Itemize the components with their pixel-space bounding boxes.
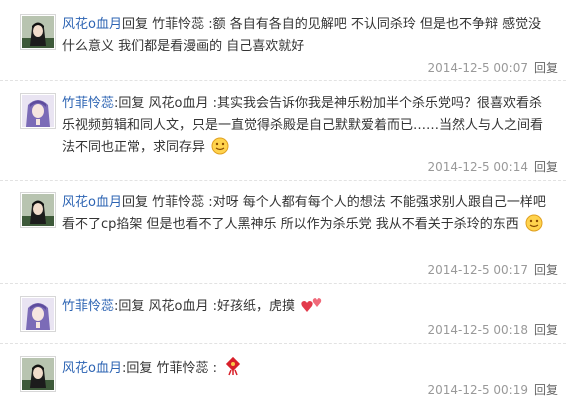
- reply-button[interactable]: 回复: [534, 61, 558, 75]
- dark-hair-avatar-icon: [22, 358, 54, 390]
- dark-hair-avatar-icon: [22, 194, 54, 226]
- reply-body: 竹菲怜蕊:回复 风花o血月 :好孩纸，虎摸: [62, 296, 554, 318]
- reply-meta: 2014-12-5 00:18 回复: [427, 322, 558, 338]
- reply-item: 风花o血月回复 竹菲怜蕊 :额 各自有各自的见解吧 不认同杀玲 但是也不争辩 感…: [0, 14, 566, 82]
- reply-item: 竹菲怜蕊:回复 风花o血月 :好孩纸，虎摸 2014-12-5 00:18 回复: [0, 296, 566, 340]
- reply-text: :回复 风花o血月 :好孩纸，虎摸: [114, 299, 295, 314]
- reply-item: 风花o血月:回复 竹菲怜蕊 : 2014-12-5 00:19 回复: [0, 356, 566, 400]
- purple-hair-avatar-icon: [22, 298, 54, 330]
- reply-username[interactable]: 竹菲怜蕊: [62, 299, 114, 314]
- reply-item: 竹菲怜蕊:回复 风花o血月 :其实我会告诉你我是神乐粉加半个杀乐党吗？很喜欢看杀…: [0, 93, 566, 175]
- divider: [0, 343, 566, 344]
- reply-button[interactable]: 回复: [534, 160, 558, 174]
- reply-time: 2014-12-5 00:14: [427, 160, 528, 174]
- avatar[interactable]: [20, 296, 56, 332]
- reply-meta: 2014-12-5 00:07 回复: [427, 60, 558, 76]
- smile-emoji-icon: [211, 137, 229, 155]
- reply-username[interactable]: 竹菲怜蕊: [62, 96, 114, 111]
- reply-text: :回复 竹菲怜蕊 :: [121, 361, 217, 376]
- reply-text: 回复 竹菲怜蕊 :额 各自有各自的见解吧 不认同杀玲 但是也不争辩 感觉没什么意…: [62, 17, 542, 54]
- reply-body: 风花o血月回复 竹菲怜蕊 :对呀 每个人都有每个人的想法 不能强求别人跟自己一样…: [62, 192, 554, 236]
- reply-username[interactable]: 风花o血月: [62, 195, 122, 210]
- avatar[interactable]: [20, 192, 56, 228]
- dark-hair-avatar-icon: [22, 16, 54, 48]
- avatar[interactable]: [20, 93, 56, 129]
- reply-time: 2014-12-5 00:17: [427, 263, 528, 277]
- avatar[interactable]: [20, 14, 56, 50]
- reply-time: 2014-12-5 00:07: [427, 61, 528, 75]
- reply-time: 2014-12-5 00:18: [427, 323, 528, 337]
- reply-username[interactable]: 风花o血月: [62, 361, 122, 376]
- divider: [0, 80, 566, 81]
- reply-meta: 2014-12-5 00:14 回复: [427, 159, 558, 175]
- reply-button[interactable]: 回复: [534, 263, 558, 277]
- purple-hair-avatar-icon: [22, 95, 54, 127]
- reply-text: :回复 风花o血月 :其实我会告诉你我是神乐粉加半个杀乐党吗？很喜欢看杀乐视频剪…: [62, 96, 544, 155]
- reply-meta: 2014-12-5 00:19 回复: [427, 382, 558, 398]
- reply-time: 2014-12-5 00:19: [427, 383, 528, 397]
- reply-body: 风花o血月回复 竹菲怜蕊 :额 各自有各自的见解吧 不认同杀玲 但是也不争辩 感…: [62, 14, 554, 58]
- smile-emoji-icon: [525, 214, 543, 232]
- reply-item: 风花o血月回复 竹菲怜蕊 :对呀 每个人都有每个人的想法 不能强求别人跟自己一样…: [0, 192, 566, 278]
- reply-button[interactable]: 回复: [534, 383, 558, 397]
- divider: [0, 283, 566, 284]
- reply-button[interactable]: 回复: [534, 323, 558, 337]
- reply-meta: 2014-12-5 00:17 回复: [427, 262, 558, 278]
- reply-text: 回复 竹菲怜蕊 :对呀 每个人都有每个人的想法 不能强求别人跟自己一样吧 看不了…: [62, 195, 546, 232]
- reply-body: 风花o血月:回复 竹菲怜蕊 :: [62, 356, 554, 380]
- avatar[interactable]: [20, 356, 56, 392]
- reply-body: 竹菲怜蕊:回复 风花o血月 :其实我会告诉你我是神乐粉加半个杀乐党吗？很喜欢看杀…: [62, 93, 554, 159]
- divider: [0, 180, 566, 181]
- reply-username[interactable]: 风花o血月: [62, 17, 122, 32]
- hearts-emoji-icon: [301, 298, 322, 312]
- chinese-knot-emoji-icon: [226, 356, 241, 376]
